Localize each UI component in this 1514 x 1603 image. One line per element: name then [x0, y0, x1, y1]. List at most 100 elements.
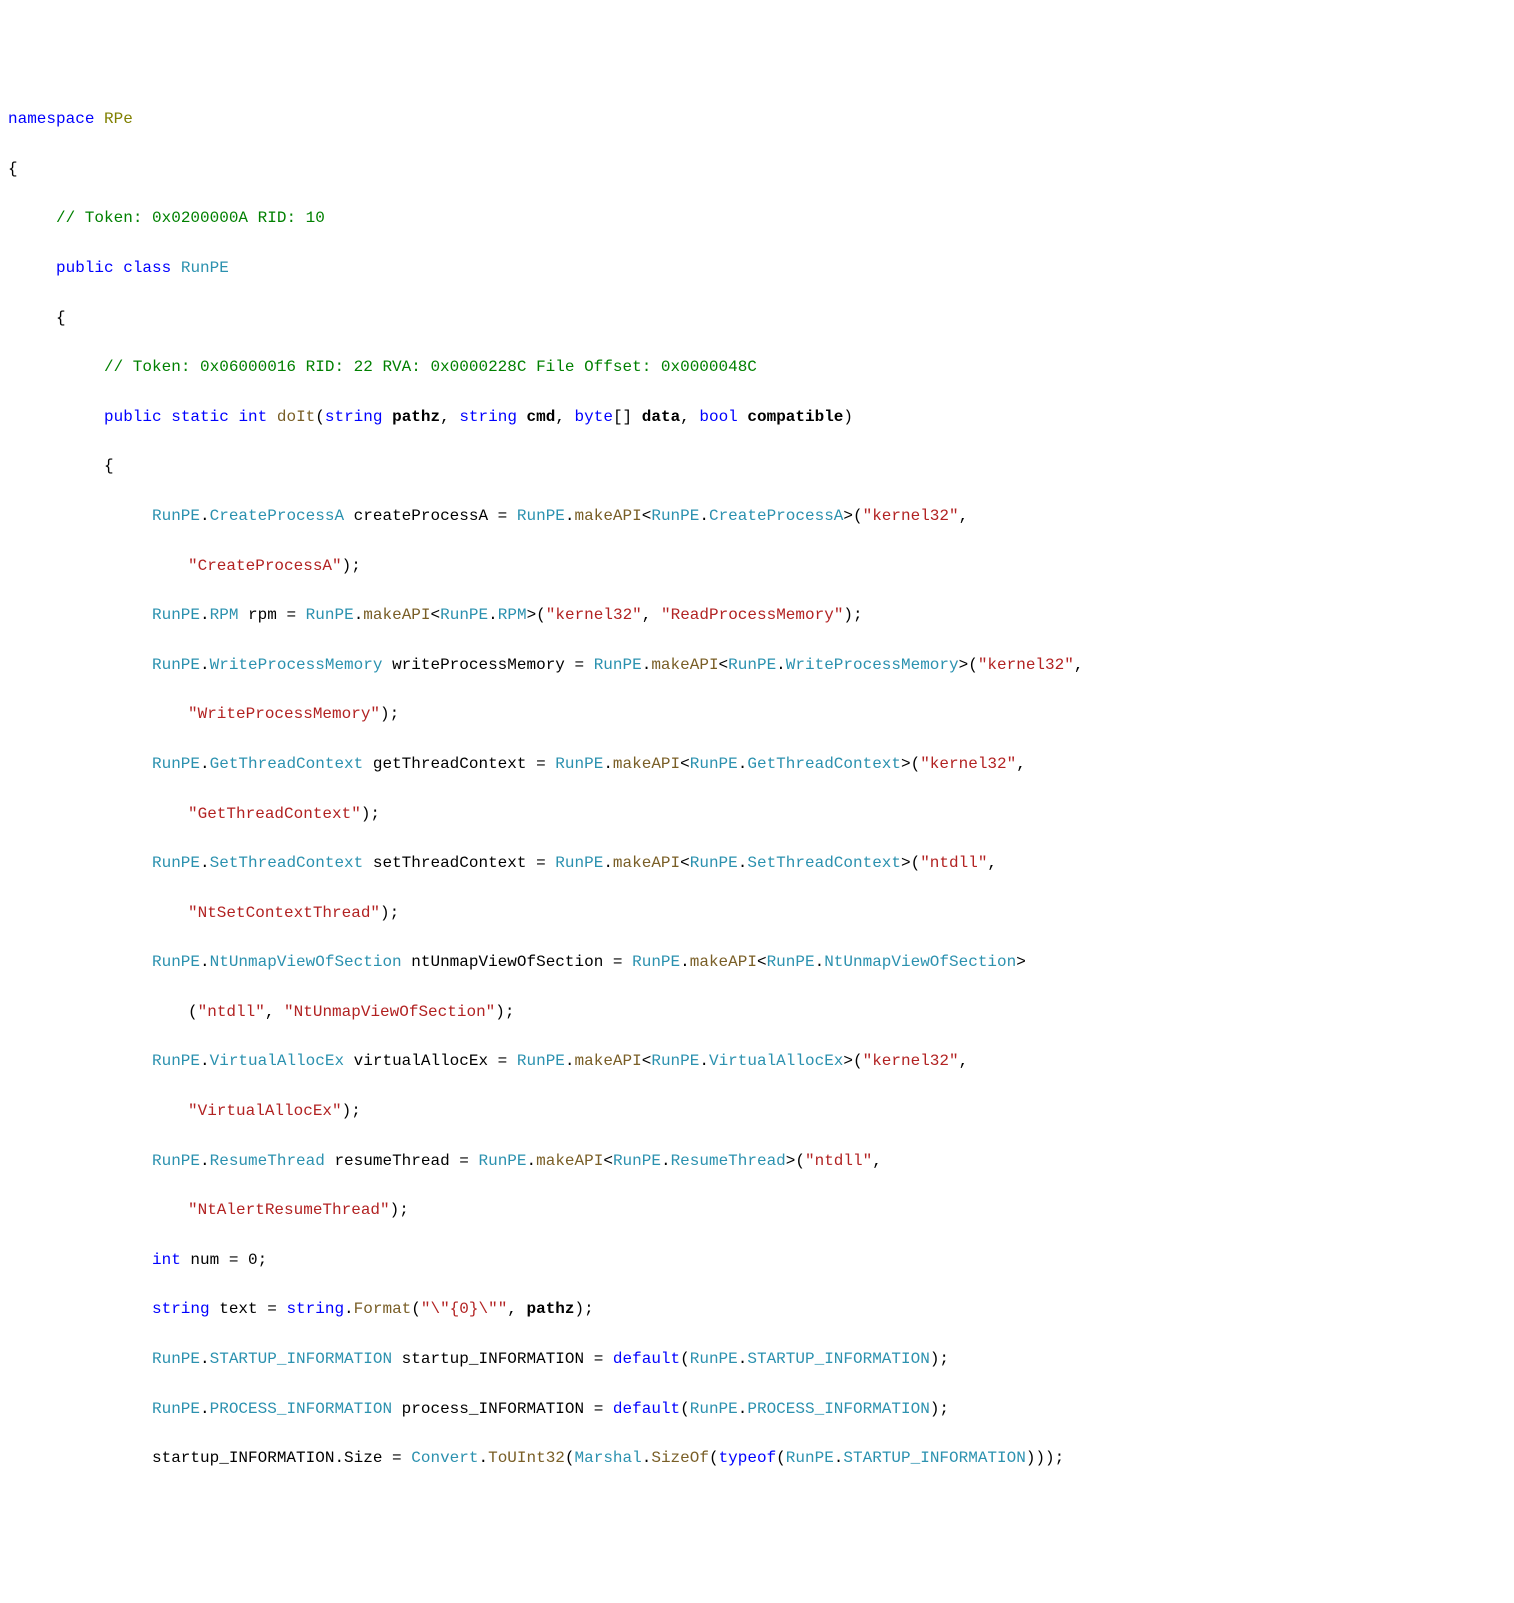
- type: RunPE: [152, 1350, 200, 1368]
- keyword: string: [152, 1300, 210, 1318]
- param: cmd: [527, 408, 556, 426]
- code-line: RunPE.STARTUP_INFORMATION startup_INFORM…: [8, 1347, 1506, 1372]
- class-name: RunPE: [181, 259, 229, 277]
- keyword: int: [238, 408, 267, 426]
- keyword: string: [459, 408, 517, 426]
- keyword: class: [123, 259, 171, 277]
- code-line: {: [8, 157, 1506, 182]
- var: startup_INFORMATION: [152, 1449, 334, 1467]
- keyword: byte: [575, 408, 613, 426]
- type: RunPE: [690, 755, 738, 773]
- type: RunPE: [786, 1449, 834, 1467]
- type: RunPE: [152, 1052, 200, 1070]
- type: WriteProcessMemory: [210, 656, 383, 674]
- type: STARTUP_INFORMATION: [747, 1350, 929, 1368]
- type: RunPE: [306, 606, 354, 624]
- code-line: RunPE.RPM rpm = RunPE.makeAPI<RunPE.RPM>…: [8, 603, 1506, 628]
- type: WriteProcessMemory: [786, 656, 959, 674]
- code-line: // Token: 0x06000016 RID: 22 RVA: 0x0000…: [8, 355, 1506, 380]
- code-line: string text = string.Format("\"{0}\"", p…: [8, 1297, 1506, 1322]
- var: text: [219, 1300, 257, 1318]
- keyword: static: [171, 408, 229, 426]
- type: CreateProcessA: [210, 507, 344, 525]
- keyword: public: [56, 259, 114, 277]
- type: RunPE: [152, 606, 200, 624]
- type: RunPE: [651, 507, 699, 525]
- type: Convert: [411, 1449, 478, 1467]
- keyword: default: [613, 1400, 680, 1418]
- code-line: namespace RPe: [8, 107, 1506, 132]
- type: RunPE: [152, 854, 200, 872]
- type: STARTUP_INFORMATION: [843, 1449, 1025, 1467]
- brace: {: [8, 160, 18, 178]
- method: makeAPI: [613, 755, 680, 773]
- method: makeAPI: [690, 953, 757, 971]
- string: "GetThreadContext": [188, 805, 361, 823]
- code-line: "NtAlertResumeThread");: [8, 1198, 1506, 1223]
- string: "VirtualAllocEx": [188, 1102, 342, 1120]
- brace: {: [104, 457, 114, 475]
- var: ntUnmapViewOfSection: [411, 953, 603, 971]
- string: "NtUnmapViewOfSection": [284, 1003, 495, 1021]
- method: Format: [354, 1300, 412, 1318]
- type: RunPE: [152, 755, 200, 773]
- namespace-name: RPe: [104, 110, 133, 128]
- code-line: RunPE.WriteProcessMemory writeProcessMem…: [8, 653, 1506, 678]
- string: "ntdll": [198, 1003, 265, 1021]
- type: RunPE: [152, 1152, 200, 1170]
- code-line: {: [8, 306, 1506, 331]
- keyword: string: [325, 408, 383, 426]
- var: process_INFORMATION: [402, 1400, 584, 1418]
- type: SetThreadContext: [210, 854, 364, 872]
- string: "ntdll": [920, 854, 987, 872]
- method: SizeOf: [651, 1449, 709, 1467]
- type: RunPE: [152, 1400, 200, 1418]
- type: PROCESS_INFORMATION: [747, 1400, 929, 1418]
- keyword: public: [104, 408, 162, 426]
- var: getThreadContext: [373, 755, 527, 773]
- string: "WriteProcessMemory": [188, 705, 380, 723]
- code-line: public class RunPE: [8, 256, 1506, 281]
- type: VirtualAllocEx: [210, 1052, 344, 1070]
- type: CreateProcessA: [709, 507, 843, 525]
- keyword: typeof: [719, 1449, 777, 1467]
- type: RunPE: [632, 953, 680, 971]
- method: ToUInt32: [488, 1449, 565, 1467]
- type: SetThreadContext: [747, 854, 901, 872]
- type: RunPE: [767, 953, 815, 971]
- code-line: "GetThreadContext");: [8, 802, 1506, 827]
- string: "kernel32": [546, 606, 642, 624]
- string: "kernel32": [978, 656, 1074, 674]
- code-line: RunPE.VirtualAllocEx virtualAllocEx = Ru…: [8, 1049, 1506, 1074]
- method: makeAPI: [651, 656, 718, 674]
- type: VirtualAllocEx: [709, 1052, 843, 1070]
- var: num: [190, 1251, 219, 1269]
- keyword: bool: [699, 408, 737, 426]
- code-line: ("ntdll", "NtUnmapViewOfSection");: [8, 1000, 1506, 1025]
- type: RunPE: [690, 1350, 738, 1368]
- code-line: RunPE.CreateProcessA createProcessA = Ru…: [8, 504, 1506, 529]
- var: rpm: [248, 606, 277, 624]
- code-block: namespace RPe { // Token: 0x0200000A RID…: [8, 82, 1506, 1495]
- type: ResumeThread: [671, 1152, 786, 1170]
- var: virtualAllocEx: [354, 1052, 488, 1070]
- method-name: doIt: [277, 408, 315, 426]
- var: writeProcessMemory: [392, 656, 565, 674]
- prop: Size: [344, 1449, 382, 1467]
- type: RunPE: [613, 1152, 661, 1170]
- type: Marshal: [575, 1449, 642, 1467]
- type: RunPE: [152, 953, 200, 971]
- type: RunPE: [478, 1152, 526, 1170]
- code-line: RunPE.ResumeThread resumeThread = RunPE.…: [8, 1149, 1506, 1174]
- string: "CreateProcessA": [188, 557, 342, 575]
- type: RunPE: [690, 854, 738, 872]
- type: RunPE: [555, 755, 603, 773]
- code-line: RunPE.GetThreadContext getThreadContext …: [8, 752, 1506, 777]
- type: NtUnmapViewOfSection: [824, 953, 1016, 971]
- string: "kernel32": [920, 755, 1016, 773]
- comment: // Token: 0x0200000A RID: 10: [56, 209, 325, 227]
- string: "NtAlertResumeThread": [188, 1201, 390, 1219]
- method: makeAPI: [363, 606, 430, 624]
- code-line: public static int doIt(string pathz, str…: [8, 405, 1506, 430]
- type: RunPE: [690, 1400, 738, 1418]
